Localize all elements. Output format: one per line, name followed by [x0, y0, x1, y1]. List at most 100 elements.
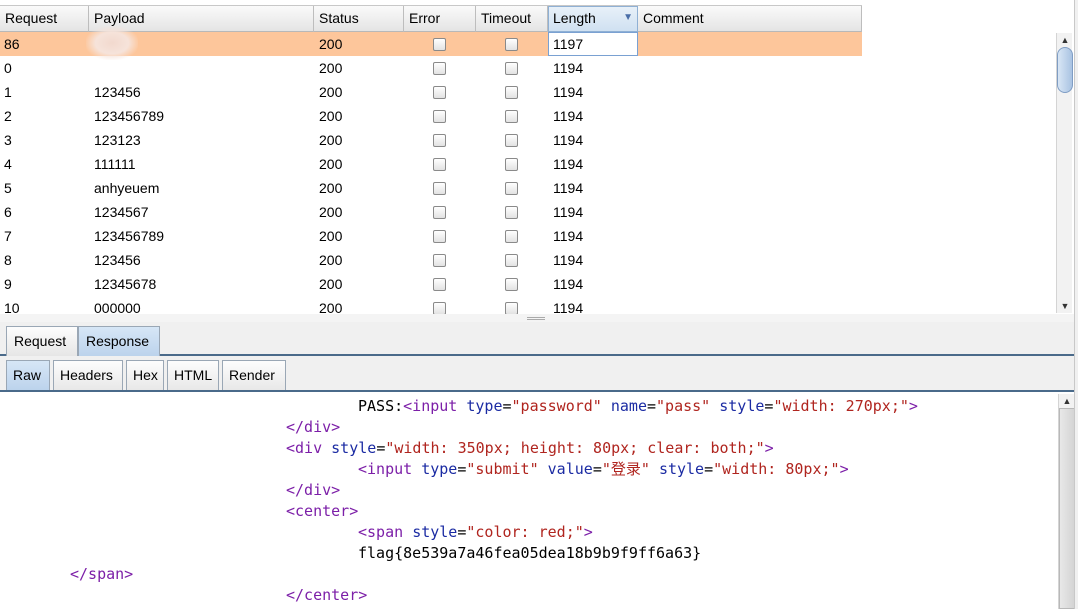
timeout-checkbox[interactable] [505, 38, 518, 51]
timeout-checkbox[interactable] [505, 110, 518, 123]
cell-status: 200 [319, 180, 343, 196]
cell-status: 200 [319, 204, 343, 220]
cell-payload: 111111 [94, 156, 136, 172]
table-row[interactable]: 86 200 1197 [0, 26, 862, 60]
window-edge [1074, 0, 1078, 609]
timeout-checkbox[interactable] [505, 86, 518, 99]
cell-length: 1194 [553, 156, 584, 172]
table-row[interactable]: 8 123456 200 1194 [0, 248, 862, 272]
error-checkbox[interactable] [433, 158, 446, 171]
cell-request: 7 [4, 228, 12, 244]
timeout-checkbox[interactable] [505, 158, 518, 171]
cell-request: 3 [4, 132, 12, 148]
cell-request: 86 [4, 36, 20, 52]
cell-length: 1194 [553, 132, 584, 148]
cell-payload [90, 32, 94, 56]
code-line: </div> [286, 481, 341, 499]
scrollbar-thumb[interactable] [1057, 47, 1073, 93]
error-checkbox[interactable] [433, 278, 446, 291]
timeout-checkbox[interactable] [505, 254, 518, 267]
cell-length: 1194 [553, 252, 584, 268]
error-checkbox[interactable] [433, 254, 446, 267]
cell-request: 4 [4, 156, 12, 172]
cell-length: 1194 [553, 84, 584, 100]
cell-length: 1194 [553, 276, 584, 292]
column-header-error[interactable]: Error [404, 6, 476, 32]
cell-payload: 12345678 [94, 276, 157, 292]
error-checkbox[interactable] [433, 62, 446, 75]
error-checkbox[interactable] [433, 182, 446, 195]
table-row[interactable]: 0 200 1194 [0, 56, 862, 80]
column-header-length-label: Length [553, 10, 596, 26]
tab-html[interactable]: HTML [167, 360, 219, 390]
cell-payload: 123456 [94, 252, 141, 268]
error-checkbox[interactable] [433, 302, 446, 314]
column-header-request[interactable]: Request [0, 6, 89, 32]
timeout-checkbox[interactable] [505, 62, 518, 75]
cell-payload: 000000 [94, 300, 141, 314]
table-row[interactable]: 6 1234567 200 1194 [0, 200, 862, 224]
tab-raw[interactable]: Raw [6, 360, 50, 390]
table-row[interactable]: 9 12345678 200 1194 [0, 272, 862, 296]
cell-payload: 123456789 [94, 228, 165, 244]
table-row[interactable]: 1 123456 200 1194 [0, 80, 862, 104]
cell-request: 5 [4, 180, 12, 196]
cell-length: 1194 [553, 108, 584, 124]
cell-length: 1194 [553, 204, 584, 220]
column-header-comment[interactable]: Comment [638, 6, 862, 32]
cell-status: 200 [319, 252, 343, 268]
timeout-checkbox[interactable] [505, 230, 518, 243]
table-row[interactable]: 4 111111 200 1194 [0, 152, 862, 176]
cell-request: 8 [4, 252, 12, 268]
timeout-checkbox[interactable] [505, 278, 518, 291]
cell-payload: 123456789 [94, 108, 165, 124]
cell-length: 1194 [553, 180, 584, 196]
error-checkbox[interactable] [433, 206, 446, 219]
error-checkbox[interactable] [433, 38, 446, 51]
table-row[interactable]: 7 123456789 200 1194 [0, 224, 862, 248]
table-row[interactable]: 3 123123 200 1194 [0, 128, 862, 152]
tab-render[interactable]: Render [222, 360, 286, 390]
error-checkbox[interactable] [433, 110, 446, 123]
code-line: </center> [286, 586, 368, 604]
table-row[interactable]: 5 anhyeuem 200 1194 [0, 176, 862, 200]
cell-status: 200 [319, 36, 343, 52]
timeout-checkbox[interactable] [505, 302, 518, 314]
code-line: <input type="submit" value="登录" style="w… [358, 460, 849, 478]
table-row[interactable]: 2 123456789 200 1194 [0, 104, 862, 128]
split-pane-divider[interactable] [0, 314, 1074, 322]
response-raw-view[interactable]: PASS:<input type="password" name="pass" … [0, 394, 1058, 609]
flag-text: flag{8e539a7a46fea05dea18b9b9f9ff6a63} [358, 544, 702, 562]
arrow-up-icon[interactable]: ▲ [1057, 33, 1073, 47]
message-tabs: Request Response [0, 322, 1074, 356]
error-checkbox[interactable] [433, 230, 446, 243]
results-scrollbar[interactable]: ▲ ▼ [1056, 33, 1073, 313]
table-row[interactable]: 10 000000 200 1194 [0, 296, 862, 314]
column-header-length[interactable]: Length ▼ [548, 6, 638, 32]
scrollbar-thumb[interactable] [1059, 408, 1075, 609]
code-line: </span> [70, 565, 134, 583]
column-header-timeout[interactable]: Timeout [476, 6, 548, 32]
column-header-status[interactable]: Status [314, 6, 404, 32]
tab-hex[interactable]: Hex [126, 360, 164, 390]
cell-payload: 123456 [94, 84, 141, 100]
cell-status: 200 [319, 300, 343, 314]
error-checkbox[interactable] [433, 134, 446, 147]
cell-payload: 123123 [94, 132, 141, 148]
tab-request[interactable]: Request [6, 326, 78, 356]
tab-headers[interactable]: Headers [53, 360, 123, 390]
tab-response[interactable]: Response [78, 326, 160, 356]
error-checkbox[interactable] [433, 86, 446, 99]
grip-icon [527, 317, 545, 320]
code-line: <div style="width: 350px; height: 80px; … [286, 439, 774, 457]
arrow-down-icon[interactable]: ▼ [1057, 299, 1073, 313]
cell-status: 200 [319, 132, 343, 148]
cell-length: 1194 [553, 300, 584, 314]
timeout-checkbox[interactable] [505, 206, 518, 219]
timeout-checkbox[interactable] [505, 134, 518, 147]
results-table-body: 86 200 1197 0 200 1194 1 123456 200 1194 2 12345678… [0, 26, 862, 314]
arrow-up-icon[interactable]: ▲ [1059, 394, 1075, 408]
timeout-checkbox[interactable] [505, 182, 518, 195]
cell-payload: 1234567 [94, 204, 149, 220]
response-scrollbar[interactable]: ▲ [1058, 394, 1075, 609]
